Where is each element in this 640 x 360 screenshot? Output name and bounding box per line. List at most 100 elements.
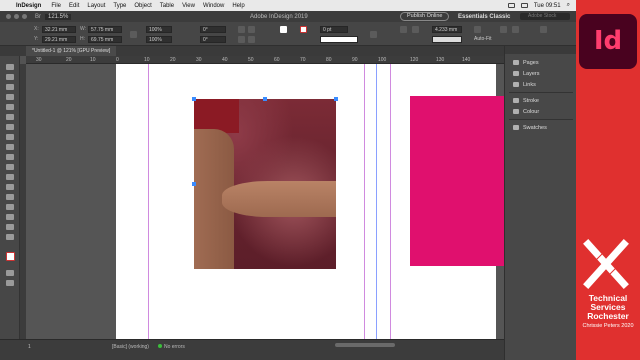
magenta-rectangle[interactable] [410, 96, 504, 266]
fitting-icon[interactable] [400, 26, 407, 33]
ruler-tick: 10 [144, 57, 150, 63]
minimize-window-icon[interactable] [14, 14, 19, 19]
colour-panel-button[interactable]: Colour [513, 107, 539, 116]
ruler-tick: 10 [90, 57, 96, 63]
brand-author: Chrissie Peters 2020 [582, 323, 634, 329]
gap-field[interactable]: 4.233 mm [432, 26, 462, 33]
note-tool-icon[interactable] [6, 204, 14, 210]
stroke-panel-button[interactable]: Stroke [513, 96, 539, 105]
clock[interactable]: Tue 09:51 [534, 3, 561, 9]
control-panel: X: 32.21 mm Y: 29.21 mm W: 57.75 mm H: 6… [0, 22, 576, 46]
flip-horizontal-icon[interactable] [238, 36, 245, 43]
document-tab[interactable]: *Untitled-1 @ 121% [GPU Preview] [26, 46, 117, 56]
spotlight-icon[interactable]: ⌕ [567, 2, 570, 9]
autofit-checkbox[interactable]: Auto-Fit [474, 36, 492, 43]
rectangle-frame-tool-icon[interactable] [6, 154, 14, 160]
menu-app-name[interactable]: InDesign [16, 3, 41, 9]
preflight-status[interactable]: No errors [158, 344, 185, 351]
frame-color-field[interactable] [432, 36, 462, 43]
stock-search-input[interactable]: Adobe Stock [520, 13, 570, 20]
zoom-tool-icon[interactable] [6, 234, 14, 240]
links-panel-button[interactable]: Links [513, 80, 536, 89]
line-tool-icon[interactable] [6, 124, 14, 130]
layers-panel-button[interactable]: Layers [513, 69, 540, 78]
pencil-tool-icon[interactable] [6, 144, 14, 150]
menu-edit[interactable]: Edit [69, 3, 79, 9]
hand-tool-icon[interactable] [6, 224, 14, 230]
rotate-ccw-icon[interactable] [248, 26, 255, 33]
selection-handle[interactable] [263, 97, 267, 101]
gradient-tool-icon[interactable] [6, 194, 14, 200]
menu-view[interactable]: View [182, 3, 195, 9]
horizontal-scrollbar[interactable] [335, 343, 395, 347]
page-number-field[interactable]: 1 [28, 344, 31, 351]
mac-menubar: InDesign File Edit Layout Type Object Ta… [0, 0, 576, 11]
rotate-cw-icon[interactable] [238, 26, 245, 33]
stroke-type-dropdown[interactable] [320, 36, 358, 43]
content-collector-icon[interactable] [6, 104, 14, 110]
selection-handle[interactable] [192, 97, 196, 101]
menu-type[interactable]: Type [113, 3, 126, 9]
ruler-tick: 140 [462, 57, 471, 63]
content-fill-icon[interactable] [474, 26, 481, 33]
constrain-proportions-icon[interactable] [130, 31, 137, 38]
distribute-icon[interactable] [512, 26, 519, 33]
h-field[interactable]: 69.75 mm [88, 36, 122, 43]
pages-panel-button[interactable]: Pages [513, 58, 539, 67]
screen-mode-icon[interactable] [6, 280, 14, 286]
y-field[interactable]: 29.21 mm [42, 36, 76, 43]
free-transform-tool-icon[interactable] [6, 184, 14, 190]
align-icon[interactable] [500, 26, 507, 33]
w-field[interactable]: 57.75 mm [88, 26, 122, 33]
rotation-angle-field[interactable]: 0° [200, 26, 226, 33]
shear-angle-field[interactable]: 0° [200, 36, 226, 43]
ruler-tick: 120 [410, 57, 419, 63]
menu-object[interactable]: Object [134, 3, 151, 9]
pages-label: Pages [523, 59, 539, 66]
menu-help[interactable]: Help [232, 3, 244, 9]
battery-icon[interactable] [507, 3, 515, 8]
page-tool-icon[interactable] [6, 84, 14, 90]
ruler-tick: 50 [248, 57, 254, 63]
stroke-weight-field[interactable]: 0 pt [320, 26, 348, 33]
selection-tool-icon[interactable] [6, 64, 14, 70]
menu-layout[interactable]: Layout [87, 3, 105, 9]
scissors-tool-icon[interactable] [6, 174, 14, 180]
bridge-icon[interactable]: Br [35, 14, 41, 20]
pasteboard[interactable] [26, 64, 504, 339]
stroke-icon [513, 98, 519, 103]
eyedropper-tool-icon[interactable] [6, 214, 14, 220]
effects-icon[interactable] [370, 31, 377, 38]
fill-stroke-icon[interactable] [6, 252, 15, 261]
selection-handle[interactable] [334, 97, 338, 101]
type-tool-icon[interactable] [6, 114, 14, 120]
fill-swatch[interactable] [280, 26, 287, 33]
workspace-switcher[interactable]: Essentials Classic [458, 14, 510, 20]
zoom-window-icon[interactable] [22, 14, 27, 19]
rectangle-tool-icon[interactable] [6, 164, 14, 170]
flip-vertical-icon[interactable] [248, 36, 255, 43]
gap-tool-icon[interactable] [6, 94, 14, 100]
selection-handle[interactable] [192, 182, 196, 186]
direct-selection-tool-icon[interactable] [6, 74, 14, 80]
preflight-profile[interactable]: [Basic] (working) [112, 344, 149, 351]
stroke-swatch[interactable] [300, 26, 307, 33]
menu-icon[interactable] [540, 26, 547, 33]
zoom-level-field[interactable]: 121.5% [45, 13, 72, 20]
x-field[interactable]: 32.21 mm [42, 26, 76, 33]
swatches-panel-button[interactable]: Swatches [513, 123, 547, 132]
swatches-label: Swatches [523, 124, 547, 131]
placed-image-frame[interactable] [192, 97, 338, 269]
menu-table[interactable]: Table [160, 3, 174, 9]
scale-y-field[interactable]: 100% [146, 36, 172, 43]
pen-tool-icon[interactable] [6, 134, 14, 140]
fit-frame-icon[interactable] [412, 26, 419, 33]
formatting-icon[interactable] [6, 270, 14, 276]
pages-icon [513, 60, 519, 65]
close-window-icon[interactable] [6, 14, 11, 19]
menu-window[interactable]: Window [203, 3, 224, 9]
menu-file[interactable]: File [51, 3, 61, 9]
wifi-icon[interactable] [520, 3, 528, 8]
scale-x-field[interactable]: 100% [146, 26, 172, 33]
publish-online-button[interactable]: Publish Online [400, 12, 450, 21]
